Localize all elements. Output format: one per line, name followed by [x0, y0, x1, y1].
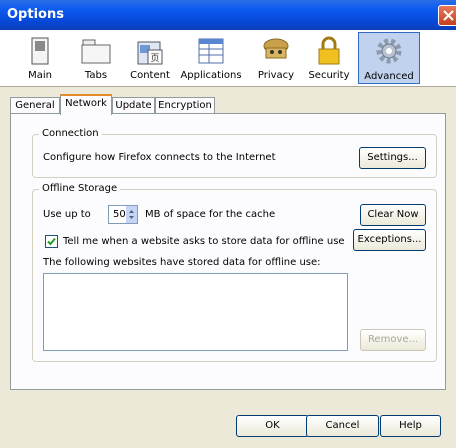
toolbar-label-security: Security	[308, 70, 350, 81]
options-window: Options Main Tabs 页 Content Applications…	[0, 0, 456, 448]
tab-label-update: Update	[115, 100, 152, 111]
cache-size-value: 50	[113, 209, 126, 220]
cancel-label: Cancel	[325, 420, 360, 431]
checkmark-icon	[47, 237, 56, 246]
svg-text:页: 页	[150, 53, 159, 64]
offline-storage-legend: Offline Storage	[39, 183, 121, 194]
switch-icon	[31, 37, 49, 65]
clear-now-label: Clear Now	[367, 209, 419, 220]
help-button[interactable]: Help	[380, 415, 441, 437]
toolbar-privacy[interactable]: Privacy	[252, 32, 300, 84]
toolbar-label-privacy: Privacy	[257, 70, 295, 81]
window-title: Options	[7, 7, 64, 22]
toolbar-label-main: Main	[28, 70, 52, 81]
ok-label: OK	[265, 420, 280, 431]
network-panel: Connection Configure how Firefox connect…	[10, 113, 446, 390]
exceptions-label: Exceptions...	[357, 234, 422, 245]
tab-general[interactable]: General	[10, 97, 60, 114]
help-label: Help	[399, 420, 422, 431]
toolbar-advanced[interactable]: Advanced	[358, 32, 420, 84]
tab-encryption[interactable]: Encryption	[155, 97, 215, 114]
toolbar-label-content: Content	[130, 70, 170, 81]
toolbar-label-applications: Applications	[180, 70, 242, 81]
options-toolbar: Main Tabs 页 Content Applications Privacy…	[0, 30, 456, 87]
connection-legend: Connection	[39, 128, 102, 139]
cancel-button[interactable]: Cancel	[306, 415, 379, 437]
toolbar-security[interactable]: Security	[306, 32, 352, 84]
connection-group: Connection Configure how Firefox connect…	[32, 128, 437, 178]
close-button[interactable]	[438, 5, 456, 26]
tab-network[interactable]: Network	[60, 94, 112, 115]
connection-description: Configure how Firefox connects to the In…	[43, 152, 276, 163]
spinner-arrows[interactable]	[126, 206, 137, 223]
tab-label-network: Network	[65, 98, 107, 109]
settings-button[interactable]: Settings...	[359, 147, 426, 169]
applications-icon	[198, 38, 224, 64]
clear-now-button[interactable]: Clear Now	[360, 204, 426, 226]
toolbar-main[interactable]: Main	[18, 32, 62, 84]
toolbar-label-tabs: Tabs	[84, 70, 108, 81]
toolbar-applications[interactable]: Applications	[180, 32, 242, 84]
offline-sites-list[interactable]	[43, 273, 348, 351]
ok-button[interactable]: OK	[236, 415, 309, 437]
use-up-to-label: Use up to	[43, 209, 91, 220]
lock-icon	[318, 36, 340, 65]
privacy-mask-icon	[263, 38, 289, 59]
tell-me-checkbox[interactable]	[45, 235, 58, 248]
tab-update[interactable]: Update	[112, 97, 155, 114]
cache-size-spinner[interactable]: 50	[108, 205, 138, 224]
toolbar-tabs[interactable]: Tabs	[76, 32, 116, 84]
tab-label-general: General	[15, 100, 55, 111]
toolbar-content[interactable]: 页 Content	[126, 32, 174, 84]
spinner-up-down-icon	[129, 210, 134, 219]
tell-me-label[interactable]: Tell me when a website asks to store dat…	[63, 236, 345, 247]
offline-sites-label: The following websites have stored data …	[43, 257, 321, 268]
cache-units-label: MB of space for the cache	[145, 209, 276, 220]
remove-label: Remove...	[367, 334, 419, 345]
remove-button[interactable]: Remove...	[360, 329, 426, 351]
settings-button-label: Settings...	[367, 152, 418, 163]
content-icon: 页	[137, 41, 163, 65]
tab-label-encryption: Encryption	[158, 100, 212, 111]
tabs-icon	[81, 39, 111, 64]
exceptions-button[interactable]: Exceptions...	[353, 229, 426, 251]
gear-icon	[376, 38, 402, 64]
toolbar-label-advanced: Advanced	[364, 71, 414, 82]
close-icon	[443, 10, 454, 21]
offline-storage-group: Offline Storage Use up to 50 MB of space…	[32, 183, 437, 362]
title-bar[interactable]: Options	[0, 0, 456, 30]
